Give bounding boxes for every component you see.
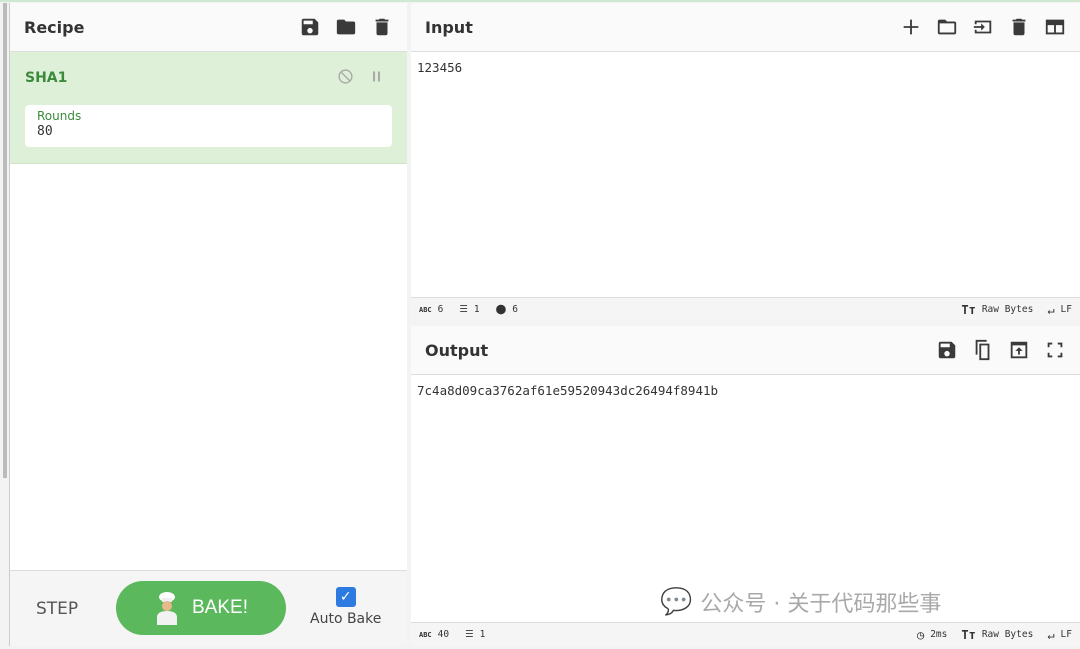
top-border (0, 0, 1080, 2)
bake-label: BAKE! (192, 597, 248, 618)
recipe-title: Recipe (24, 17, 85, 37)
chef-icon (154, 591, 180, 625)
left-scrollbar[interactable] (3, 3, 7, 478)
layout-icon[interactable] (1044, 16, 1066, 38)
return-icon: ↵ (1047, 302, 1055, 317)
bake-button[interactable]: BAKE! (116, 581, 286, 635)
input-eol[interactable]: ↵ LF (1047, 303, 1072, 317)
bake-controls: STEP BAKE! ✓ Auto Bake (10, 570, 407, 646)
auto-bake-checkbox[interactable]: ✓ (335, 587, 356, 607)
maximise-icon[interactable] (1044, 339, 1066, 361)
wechat-icon: 💬 (660, 587, 693, 617)
output-encoding[interactable]: Tт Raw Bytes (961, 628, 1033, 642)
input-text[interactable]: 123456 (411, 52, 1080, 83)
open-folder-icon[interactable] (936, 16, 958, 38)
return-icon: ↵ (1047, 627, 1055, 642)
lines-icon: ☰ (465, 629, 474, 640)
rounds-field[interactable]: Rounds 80 (25, 105, 392, 147)
save-icon[interactable] (299, 16, 321, 38)
rounds-value[interactable]: 80 (37, 124, 380, 139)
input-position: 6 (512, 304, 519, 315)
copy-icon[interactable] (972, 339, 994, 361)
output-text[interactable]: 7c4a8d09ca3762af61e59520943dc26494f8941b (411, 375, 1080, 406)
bake-time: 2ms (930, 629, 948, 640)
input-header: Input (411, 3, 1080, 52)
operation-sha1[interactable]: SHA1 Rounds 80 (10, 52, 407, 164)
input-lines: 1 (473, 304, 480, 315)
text-size-icon: Tт (961, 627, 976, 642)
clear-icon[interactable] (1008, 16, 1030, 38)
lines-icon: ☰ (459, 304, 468, 315)
save-output-icon[interactable] (936, 339, 958, 361)
output-header: Output (411, 326, 1080, 375)
pause-icon[interactable] (368, 68, 385, 85)
output-status-bar: ABC 40 ☰ 1 ◷ 2ms Tт Raw Bytes ↵ LF (411, 622, 1080, 646)
output-lines: 1 (479, 629, 486, 640)
auto-bake-label: Auto Bake (310, 611, 382, 627)
watermark: 💬 公众号 · 关于代码那些事 (660, 586, 941, 618)
auto-bake[interactable]: ✓ Auto Bake (310, 587, 381, 627)
open-file-icon[interactable] (972, 16, 994, 38)
add-tab-icon[interactable] (900, 16, 922, 38)
step-button[interactable]: STEP (36, 599, 78, 619)
disable-icon[interactable] (337, 68, 354, 85)
output-title: Output (425, 340, 489, 360)
replace-input-icon[interactable] (1008, 339, 1030, 361)
text-size-icon: Tт (961, 302, 976, 317)
input-panel: Input 123456 ABC 6 ☰ 1 ⬤ 6 Tт Raw Bytes ↵ LF (411, 3, 1080, 321)
recipe-header: Recipe (10, 3, 407, 52)
input-length: 6 (437, 304, 444, 315)
input-status-bar: ABC 6 ☰ 1 ⬤ 6 Tт Raw Bytes ↵ LF (411, 297, 1080, 321)
input-encoding[interactable]: Tт Raw Bytes (961, 303, 1033, 317)
output-length: 40 (437, 629, 450, 640)
output-eol[interactable]: ↵ LF (1047, 628, 1072, 642)
operation-name: SHA1 (25, 70, 68, 86)
location-icon: ⬤ (495, 304, 507, 315)
folder-icon[interactable] (335, 16, 357, 38)
clock-icon: ◷ (916, 627, 925, 642)
recipe-panel: Recipe SHA1 Rounds 80 STEP BAKE! ✓ Auto … (9, 3, 407, 646)
trash-icon[interactable] (371, 16, 393, 38)
input-title: Input (425, 17, 473, 37)
rounds-label: Rounds (37, 109, 82, 123)
watermark-text: 公众号 · 关于代码那些事 (700, 592, 942, 617)
